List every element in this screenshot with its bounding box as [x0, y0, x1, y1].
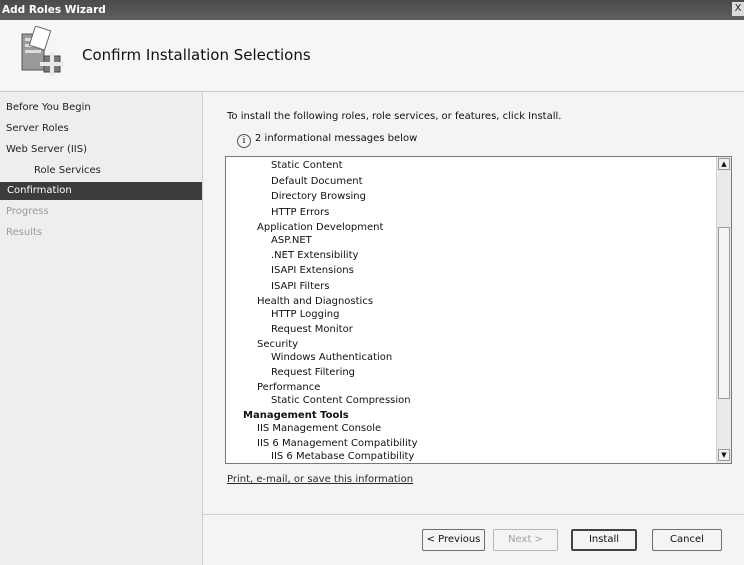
server-roles-icon [21, 26, 64, 76]
intro-text: To install the following roles, role ser… [227, 111, 562, 122]
info-messages[interactable]: i 2 informational messages below [237, 133, 417, 148]
list-item: Static Content Compression [271, 395, 411, 406]
list-item: Performance [257, 382, 321, 393]
page-title: Confirm Installation Selections [82, 46, 311, 64]
step-before-you-begin[interactable]: Before You Begin [6, 99, 91, 117]
list-item: ISAPI Filters [271, 281, 330, 292]
list-item: Request Monitor [271, 324, 353, 335]
main-content: To install the following roles, role ser… [203, 92, 744, 565]
wizard-header: Confirm Installation Selections [0, 20, 744, 92]
list-item: IIS 6 Metabase Compatibility [271, 451, 415, 462]
step-results: Results [6, 227, 43, 238]
list-item: Security [257, 339, 299, 350]
scroll-thumb[interactable] [718, 227, 730, 399]
close-icon[interactable]: X [732, 2, 744, 16]
button-separator [203, 514, 744, 515]
step-confirmation[interactable]: Confirmation [0, 182, 202, 200]
info-icon: i [237, 134, 251, 148]
list-item: .NET Extensibility [271, 250, 359, 261]
list-item: HTTP Logging [271, 309, 340, 320]
list-item: Request Filtering [271, 367, 356, 378]
list-item: ASP.NET [271, 235, 312, 246]
step-web-server-iis[interactable]: Web Server (IIS) [6, 141, 87, 159]
step-progress: Progress [6, 206, 49, 217]
list-scrollbar[interactable]: ▲ ▼ [716, 157, 731, 463]
next-button: Next > [493, 529, 558, 551]
title-bar: Add Roles Wizard X [0, 0, 744, 20]
list-item: Default Document [271, 176, 363, 187]
list-item: IIS Management Console [257, 423, 382, 434]
cancel-button[interactable]: Cancel [652, 529, 722, 551]
list-item: IIS 6 Management Compatibility [257, 438, 418, 449]
info-text: 2 informational messages below [255, 133, 418, 144]
list-item: ISAPI Extensions [271, 265, 354, 276]
scroll-down-icon[interactable]: ▼ [718, 449, 730, 461]
wizard-steps-sidebar: Before You Begin Server Roles Web Server… [0, 92, 203, 565]
list-item: Application Development [257, 222, 384, 233]
print-email-save-link[interactable]: Print, e-mail, or save this information [227, 474, 413, 485]
list-item: Directory Browsing [271, 191, 366, 202]
list-item: HTTP Errors [271, 207, 330, 218]
list-item: Static Content [271, 160, 343, 171]
previous-button[interactable]: < Previous [422, 529, 485, 551]
install-button[interactable]: Install [571, 529, 637, 551]
selections-list[interactable]: Static Content Default Document Director… [225, 156, 732, 464]
list-item: Health and Diagnostics [257, 296, 374, 307]
list-item: Management Tools [243, 410, 349, 421]
step-role-services[interactable]: Role Services [34, 162, 101, 180]
step-server-roles[interactable]: Server Roles [6, 120, 69, 138]
scroll-up-icon[interactable]: ▲ [718, 158, 730, 170]
list-item: Windows Authentication [271, 352, 393, 363]
window-title: Add Roles Wizard [2, 4, 106, 16]
